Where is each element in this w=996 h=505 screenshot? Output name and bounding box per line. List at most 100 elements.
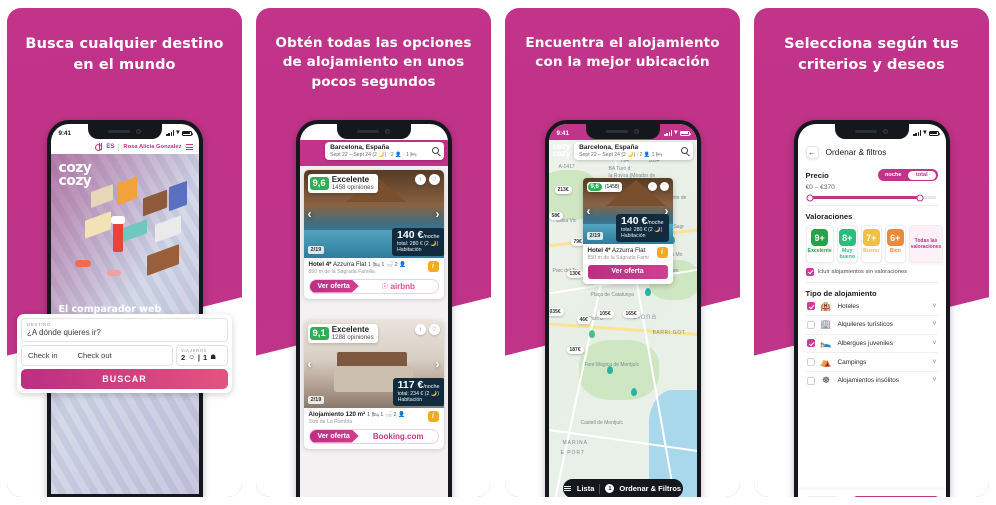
listing-photo[interactable]: 9,6 Excelente 1458 opiniones ↑ ♡ ‹ › 2/1…: [303, 170, 444, 258]
type-checkbox[interactable]: [806, 320, 815, 329]
destination-input[interactable]: ¿A dónde quieres ir?: [27, 328, 222, 337]
include-unrated-checkbox[interactable]: [805, 267, 814, 276]
price-mode-toggle[interactable]: noche total: [877, 169, 938, 181]
rating-filter-option[interactable]: 8+ Muy bueno: [836, 225, 858, 263]
panel-4-headline: Selecciona según tus criterios y deseos: [784, 36, 959, 73]
price-range-slider[interactable]: [806, 194, 936, 201]
share-icon[interactable]: ↑: [414, 324, 426, 335]
reset-button[interactable]: RESET: [804, 496, 839, 497]
search-icon[interactable]: [431, 147, 439, 155]
info-icon[interactable]: i: [427, 411, 439, 422]
map-marker[interactable]: [644, 288, 651, 296]
search-summary-bar[interactable]: cozy cozy Barcelona, España Sept 22 – Se…: [304, 142, 444, 160]
checkin-input[interactable]: Check in: [28, 351, 58, 360]
heart-icon[interactable]: ♡: [659, 182, 669, 191]
type-row-insolitos[interactable]: ☸ Alojamientos insólitos ˅: [806, 372, 938, 390]
rating-reviews: 1458 opiniones: [331, 184, 374, 192]
map-price-pin[interactable]: 105€: [596, 310, 614, 318]
type-row-alquileres[interactable]: 🏢 Alquileres turísticos ˅: [805, 316, 938, 335]
iso-building: [146, 244, 179, 276]
type-row-hoteles[interactable]: 🏨 Hoteles ˅: [805, 298, 938, 317]
rating-filter-option[interactable]: 6+ Bien: [884, 225, 906, 263]
rating-label: Excelente: [331, 325, 370, 334]
listing-photo[interactable]: 9,1 Excelente 1288 opiniones ↑ ♡ ‹ › 2/1…: [303, 320, 444, 408]
cozycozy-logo-small[interactable]: cozy cozy: [304, 143, 322, 158]
share-icon[interactable]: ↑: [414, 174, 426, 185]
sort-filters-button[interactable]: Ordenar & Filtros: [619, 484, 681, 493]
type-checkbox[interactable]: [806, 339, 815, 348]
type-checkbox[interactable]: [806, 358, 815, 367]
back-arrow-icon[interactable]: ←: [805, 145, 819, 159]
chevron-down-icon[interactable]: ˅: [932, 377, 936, 384]
toggle-total-option[interactable]: total: [907, 170, 936, 180]
toggle-night-option[interactable]: noche: [879, 172, 908, 178]
globe-icon[interactable]: [95, 143, 103, 151]
list-icon[interactable]: [563, 485, 571, 492]
prev-photo-arrow[interactable]: ‹: [587, 204, 591, 218]
search-field[interactable]: Barcelona, España Sept 22 – Sept 24 (2 🌙…: [325, 142, 444, 160]
slider-min-handle[interactable]: [806, 194, 814, 201]
chevron-down-icon[interactable]: ˅: [932, 321, 936, 328]
map-price-pin[interactable]: 165€: [622, 310, 640, 318]
rating-filter-option[interactable]: 7+ Bueno: [860, 225, 882, 263]
heart-icon[interactable]: ♡: [428, 174, 440, 185]
listing-card[interactable]: 9,6 Excelente 1458 opiniones ↑ ♡ ‹ › 2/1…: [303, 170, 444, 299]
rating-filter-option[interactable]: 9+ Excelente: [805, 225, 834, 263]
map-listing-popup[interactable]: 9,6 (1458) ↑ ♡ ‹ › 2/19 140 €/noche tota…: [582, 178, 673, 284]
info-icon[interactable]: i: [656, 247, 668, 258]
listing-cta-row[interactable]: Ver oferta Booking.com: [308, 428, 439, 444]
destination-field[interactable]: DESTINO ¿A dónde quieres ir?: [21, 318, 228, 342]
rating-filter-all-option[interactable]: Todas las valoraciones: [908, 225, 944, 263]
next-photo-arrow[interactable]: ›: [436, 357, 440, 371]
map-marker[interactable]: [588, 330, 595, 338]
app-store-screenshot-gallery: Busca cualquier destino en el mundo 9:41…: [0, 0, 996, 505]
next-photo-arrow[interactable]: ›: [436, 207, 440, 221]
heart-icon[interactable]: ♡: [428, 324, 440, 335]
filters-body[interactable]: Precio noche total €0 – €370 Valoracione…: [797, 164, 946, 490]
prev-photo-arrow[interactable]: ‹: [308, 357, 312, 371]
listing-cta-row[interactable]: Ver oferta ☉ airbnb: [308, 278, 439, 294]
treehouse-icon: ☸: [821, 375, 831, 386]
type-checkbox[interactable]: [806, 302, 815, 311]
user-name[interactable]: Rosa Alicia Gonzalez: [123, 144, 181, 150]
map-price-pin[interactable]: 58€: [548, 212, 563, 220]
slider-max-handle[interactable]: [916, 194, 924, 201]
travelers-field[interactable]: VIAJEROS 2 ☺ | 1 ☗: [176, 344, 228, 366]
map-price-pin[interactable]: 035€: [548, 308, 564, 316]
search-icon[interactable]: [680, 147, 688, 155]
see-offer-button[interactable]: Ver oferta: [309, 429, 359, 443]
map-price-pin[interactable]: 187€: [566, 346, 584, 354]
include-unrated-row[interactable]: Icluir alojamientos sin valoraciones: [805, 267, 938, 276]
status-time: 9:41: [58, 129, 71, 137]
see-offer-button[interactable]: Ver oferta: [587, 264, 668, 279]
map-label: MARINA: [562, 440, 588, 446]
map-price-pin[interactable]: 130€: [566, 270, 584, 278]
listing-photo[interactable]: 9,6 (1458) ↑ ♡ ‹ › 2/19 140 €/noche tota…: [582, 178, 673, 244]
type-checkbox[interactable]: [806, 376, 815, 385]
chevron-down-icon[interactable]: ˅: [932, 359, 936, 366]
map-marker[interactable]: [630, 388, 637, 396]
checkout-input[interactable]: Check out: [78, 351, 112, 360]
share-icon[interactable]: ↑: [647, 182, 657, 191]
apply-filters-button[interactable]: 1783 ALOJAMIENTOS: [853, 496, 939, 497]
cozycozy-logo-small[interactable]: cozy cozy: [553, 143, 571, 158]
prev-photo-arrow[interactable]: ‹: [308, 207, 312, 221]
language-selector[interactable]: ES: [106, 144, 114, 150]
listing-card[interactable]: 9,1 Excelente 1288 opiniones ↑ ♡ ‹ › 2/1…: [303, 320, 444, 449]
see-offer-button[interactable]: Ver oferta: [309, 279, 359, 293]
chevron-down-icon[interactable]: ˅: [932, 303, 936, 310]
map-marker[interactable]: [606, 366, 613, 374]
dates-field[interactable]: Check in Check out: [21, 344, 173, 366]
search-summary-bar[interactable]: cozy cozy Barcelona, España Sept 22 – Se…: [553, 142, 693, 160]
search-field[interactable]: Barcelona, España Sept 22 – Sept 24 (2 🌙…: [574, 142, 693, 160]
info-icon[interactable]: i: [427, 261, 439, 272]
chevron-down-icon[interactable]: ˅: [932, 340, 936, 347]
type-row-albergues[interactable]: 🛌 Albergues juveniles ˅: [805, 335, 938, 354]
menu-icon[interactable]: [185, 144, 193, 150]
search-submit-button[interactable]: BUSCAR: [21, 368, 228, 389]
map-price-pin[interactable]: 46€: [576, 316, 591, 324]
map-price-pin[interactable]: 213€: [554, 186, 572, 194]
panel-3-headline: Encuentra el alojamiento con la mejor ub…: [525, 35, 720, 71]
type-row-campings[interactable]: ⛺ Campings ˅: [805, 353, 938, 372]
list-view-button[interactable]: Lista: [577, 484, 595, 493]
